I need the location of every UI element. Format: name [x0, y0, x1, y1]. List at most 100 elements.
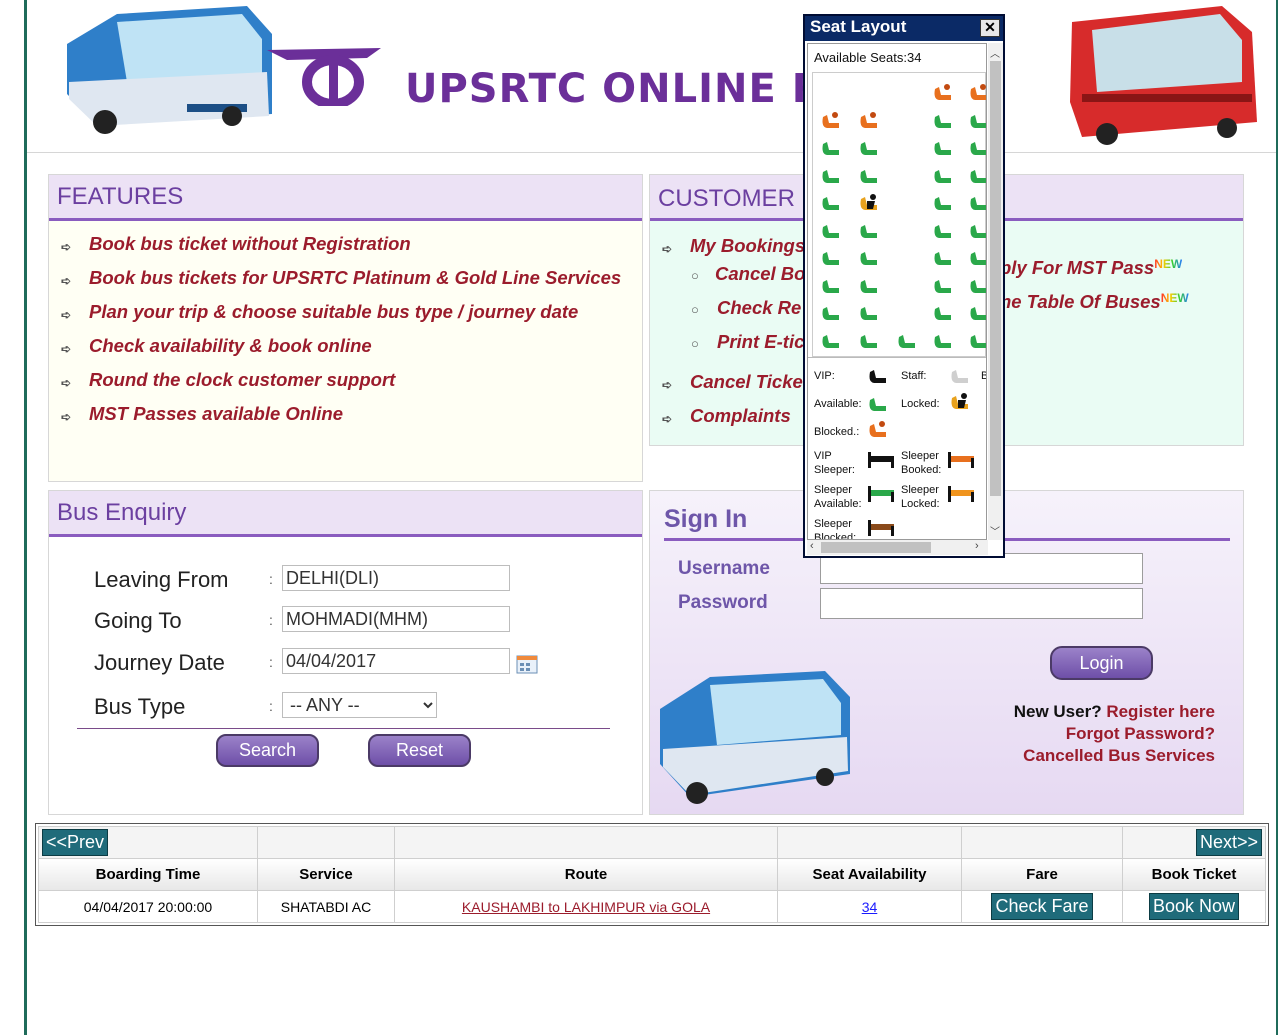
- legend-sleeper-locked-label: Sleeper Locked:: [901, 484, 940, 510]
- going-to-label: Going To: [94, 608, 182, 633]
- bus-image-right: [1070, 6, 1257, 145]
- seat-blocked-icon: [860, 111, 877, 128]
- scroll-left-icon[interactable]: ‹: [810, 540, 814, 552]
- legend-available-label: Available:: [814, 398, 862, 410]
- going-to-row: Going To :: [94, 606, 594, 636]
- seat-available-icon[interactable]: [819, 136, 841, 156]
- column-header: Seat Availability: [777, 858, 962, 891]
- journey-date-input[interactable]: [282, 648, 510, 674]
- arrow-bullet-icon: ➪: [662, 412, 673, 426]
- password-input[interactable]: [820, 588, 1143, 619]
- seat-available-icon[interactable]: [819, 219, 841, 239]
- username-label: Username: [678, 558, 770, 579]
- seat-available-icon[interactable]: [931, 219, 953, 239]
- seat-available-icon[interactable]: [857, 136, 879, 156]
- feature-item: ➪ MST Passes available Online: [61, 403, 642, 425]
- register-link[interactable]: Register here: [1106, 702, 1215, 721]
- colon: :: [269, 654, 273, 670]
- seat-available-icon[interactable]: [931, 191, 953, 211]
- circle-bullet-icon: ○: [691, 302, 699, 317]
- hscrollbar-thumb[interactable]: [821, 542, 931, 553]
- reset-button[interactable]: Reset: [368, 734, 471, 767]
- brand-title: UPSRTC ONLINE RESN: [405, 66, 1135, 112]
- staff-seat-icon: [951, 370, 968, 383]
- vertical-scrollbar[interactable]: ︿ ﹀: [988, 43, 1003, 540]
- sleeper-blocked-icon: [868, 520, 894, 536]
- right-border: [1276, 0, 1278, 1035]
- close-icon[interactable]: ✕: [980, 19, 1000, 37]
- features-title: FEATURES: [49, 175, 642, 221]
- seat-scroll-area[interactable]: Available Seats:34 VIP: Staff: B Availab…: [807, 43, 987, 540]
- seat-availability-link[interactable]: 34: [862, 899, 878, 915]
- seat-available-icon[interactable]: [819, 301, 841, 321]
- seat-available-icon[interactable]: [967, 109, 987, 129]
- seat-available-icon[interactable]: [931, 136, 953, 156]
- seat-available-icon[interactable]: [967, 274, 987, 294]
- seat-available-icon[interactable]: [931, 329, 953, 349]
- scroll-down-icon[interactable]: ﹀: [990, 523, 1000, 538]
- seat-available-icon[interactable]: [857, 301, 879, 321]
- seat-available-icon[interactable]: [819, 329, 841, 349]
- seat-available-icon[interactable]: [967, 136, 987, 156]
- page: UPSRTC ONLINE RESN FEATURES ➪Book bus ti…: [0, 0, 1286, 1035]
- arrow-bullet-icon: ➪: [61, 274, 72, 288]
- route-link[interactable]: KAUSHAMBI to LAKHIMPUR via GOLA: [462, 899, 710, 915]
- cancelled-bus-services-link[interactable]: Cancelled Bus Services: [1023, 746, 1215, 766]
- bus-image-left: [67, 6, 272, 134]
- results-table-wrapper: <<Prev Next>> Boarding Time Service Rout…: [35, 823, 1269, 926]
- seat-available-icon[interactable]: [857, 274, 879, 294]
- scrollbar-thumb[interactable]: [990, 61, 1001, 496]
- seat-available-icon[interactable]: [819, 274, 841, 294]
- search-button[interactable]: Search: [216, 734, 319, 767]
- seat-available-icon[interactable]: [931, 274, 953, 294]
- feature-item: ➪ Round the clock customer support: [61, 369, 642, 391]
- column-header: Fare: [961, 858, 1123, 891]
- next-button[interactable]: Next>>: [1195, 829, 1262, 856]
- column-header: Service: [257, 858, 395, 891]
- seat-available-icon[interactable]: [895, 329, 917, 349]
- seat-available-icon[interactable]: [857, 219, 879, 239]
- seat-available-icon[interactable]: [967, 301, 987, 321]
- seat-available-icon[interactable]: [819, 164, 841, 184]
- seat-available-icon[interactable]: [967, 329, 987, 349]
- feature-item: ➪ Book bus ticket without Registration: [61, 233, 642, 255]
- seat-available-icon[interactable]: [819, 246, 841, 266]
- circle-bullet-icon: ○: [691, 336, 699, 351]
- seat-available-icon[interactable]: [967, 246, 987, 266]
- leaving-from-label: Leaving From: [94, 567, 229, 592]
- seat-available-icon[interactable]: [931, 164, 953, 184]
- mst-pass-link[interactable]: ply For MST PassNEW: [1000, 257, 1182, 279]
- pager-row: <<Prev Next>>: [38, 826, 1266, 859]
- seat-available-icon[interactable]: [967, 219, 987, 239]
- leaving-from-input[interactable]: [282, 565, 510, 591]
- seat-available-icon[interactable]: [857, 329, 879, 349]
- going-to-input[interactable]: [282, 606, 510, 632]
- seat-available-icon[interactable]: [857, 246, 879, 266]
- seat-available-icon[interactable]: [931, 246, 953, 266]
- form-divider: [77, 728, 610, 729]
- seat-available-icon[interactable]: [931, 109, 953, 129]
- login-button[interactable]: Login: [1050, 646, 1153, 680]
- blocked-seat-icon: [869, 421, 886, 437]
- timetable-link[interactable]: ne Table Of BusesNEW: [1000, 291, 1189, 313]
- scroll-right-icon[interactable]: ›: [975, 540, 979, 552]
- seat-available-icon[interactable]: [967, 191, 987, 211]
- seat-available-icon[interactable]: [819, 191, 841, 211]
- seat-available-icon[interactable]: [857, 164, 879, 184]
- horizontal-scrollbar[interactable]: ‹ ›: [807, 540, 988, 555]
- check-fare-button[interactable]: Check Fare: [991, 893, 1093, 920]
- forgot-password-link[interactable]: Forgot Password?: [1066, 724, 1215, 744]
- seat-available-icon[interactable]: [931, 301, 953, 321]
- available-seat-icon: [869, 398, 886, 411]
- prev-button[interactable]: <<Prev: [42, 829, 109, 856]
- bus-type-select[interactable]: -- ANY --: [282, 692, 437, 718]
- bus-image-signin: [660, 671, 850, 804]
- bus-enquiry-panel: Bus Enquiry Leaving From : Going To : Jo…: [48, 490, 643, 815]
- calendar-icon[interactable]: [516, 654, 538, 674]
- book-now-button[interactable]: Book Now: [1148, 893, 1240, 920]
- scroll-up-icon[interactable]: ︿: [990, 45, 1000, 60]
- legend-staff-label: Staff:: [901, 370, 927, 382]
- seat-popup-titlebar[interactable]: Seat Layout ✕: [805, 16, 1003, 41]
- seat-available-icon[interactable]: [967, 164, 987, 184]
- new-badge: NEW: [1160, 291, 1189, 305]
